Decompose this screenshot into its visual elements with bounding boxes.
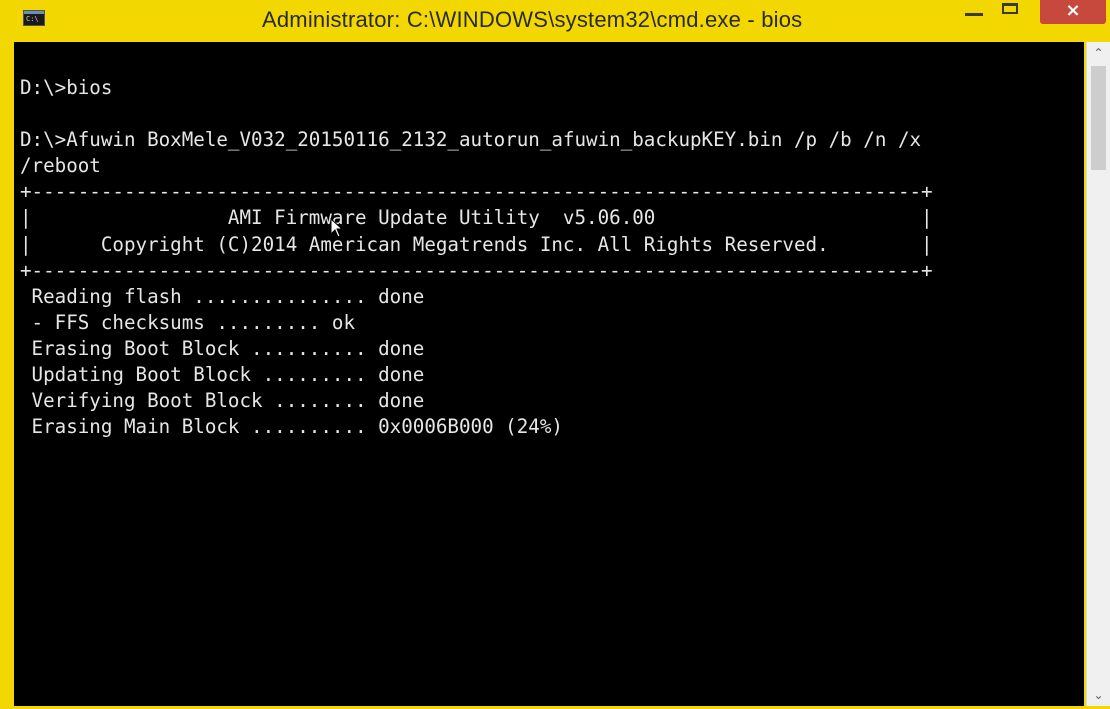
console-line-verifying-boot-block: Verifying Boot Block ........ done — [20, 389, 425, 413]
close-button[interactable]: × — [1040, 0, 1106, 24]
console-line-afuwin-command-wrap: /reboot — [20, 154, 101, 178]
mouse-pointer-icon — [330, 218, 344, 238]
console-line-utility-name: | AMI Firmware Update Utility v5.06.00 | — [20, 206, 933, 230]
minimize-button[interactable] — [957, 0, 991, 24]
icon-titlebar-stripe — [24, 11, 44, 14]
console-line-updating-boot-block: Updating Boot Block ......... done — [20, 363, 425, 387]
maximize-icon — [1002, 3, 1018, 14]
close-icon: × — [1065, 0, 1081, 21]
vertical-scrollbar[interactable]: ⌃ ⌄ — [1086, 42, 1110, 706]
window-title: Administrator: C:\WINDOWS\system32\cmd.e… — [262, 7, 803, 32]
console-line-afuwin-command: D:\>Afuwin BoxMele_V032_20150116_2132_au… — [20, 128, 922, 152]
console-line-blank — [20, 101, 933, 127]
title-bar[interactable]: C:\ Administrator: C:\WINDOWS\system32\c… — [0, 0, 1110, 42]
maximize-button[interactable] — [995, 0, 1029, 24]
console-line-prompt-bios: D:\>bios — [20, 76, 113, 99]
console-line-ffs-checksums: - FFS checksums ......... ok — [20, 310, 356, 334]
icon-prompt-text: C:\ — [26, 15, 39, 23]
console-line-reading-flash: Reading flash ............... done — [20, 284, 425, 308]
scroll-up-arrow-icon[interactable]: ⌃ — [1087, 42, 1110, 64]
cmd-window: C:\ Administrator: C:\WINDOWS\system32\c… — [0, 0, 1110, 709]
console-line-erasing-boot-block: Erasing Boot Block .......... done — [20, 336, 425, 360]
console-output-area[interactable]: D:\>bios D:\>Afuwin BoxMele_V032_20150116… — [14, 42, 1084, 706]
console-line-copyright: | Copyright (C)2014 American Megatrends … — [20, 232, 933, 256]
scrollbar-thumb[interactable] — [1091, 66, 1106, 170]
console-line-border-bottom: +---------------------------------------… — [20, 258, 933, 282]
console-line-erasing-main-block: Erasing Main Block .......... 0x0006B000… — [20, 415, 563, 439]
console-line-border-top: +---------------------------------------… — [20, 180, 933, 204]
scroll-down-arrow-icon[interactable]: ⌄ — [1087, 684, 1110, 706]
console-text: D:\>bios D:\>Afuwin BoxMele_V032_20150116… — [20, 75, 933, 440]
minimize-icon — [965, 13, 983, 16]
cmd-console-icon[interactable]: C:\ — [23, 10, 45, 26]
